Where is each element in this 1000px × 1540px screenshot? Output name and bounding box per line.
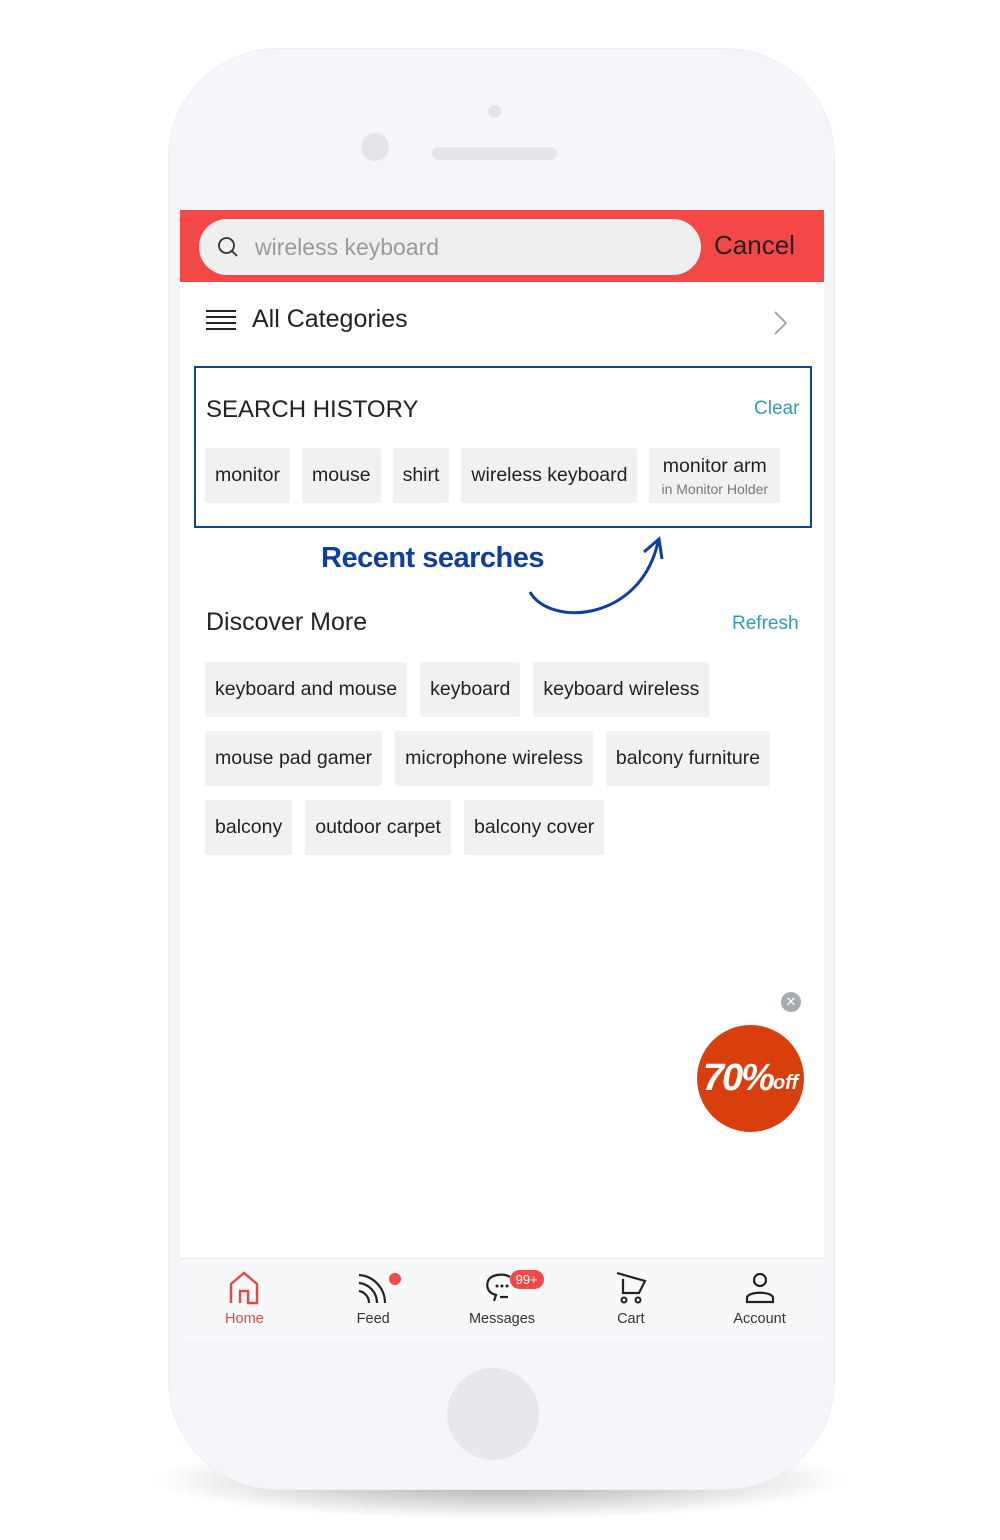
user-icon [745, 1272, 774, 1304]
messages-badge: 99+ [509, 1270, 544, 1289]
phone-speaker [432, 147, 557, 160]
discover-chip[interactable]: keyboard and mouse [205, 662, 408, 717]
search-history-section: SEARCH HISTORY Clear monitor mouse shirt… [194, 366, 812, 528]
phone-home-button[interactable] [447, 1368, 539, 1460]
phone-camera [361, 133, 389, 161]
promo-close-icon[interactable]: ✕ [781, 992, 801, 1012]
discover-chip[interactable]: balcony furniture [605, 731, 771, 786]
tab-feed[interactable]: Feed [309, 1259, 438, 1340]
discover-chip[interactable]: balcony [205, 800, 293, 855]
chip-label: shirt [402, 464, 440, 486]
chip-label: mouse [312, 464, 371, 486]
promo-badge[interactable]: 70% off [697, 1025, 804, 1132]
discover-chip[interactable]: keyboard wireless [533, 662, 710, 717]
history-chip[interactable]: monitor arm in Monitor Holder [649, 448, 781, 503]
home-icon [230, 1271, 259, 1305]
chip-label: monitor arm [662, 454, 767, 477]
cart-icon [616, 1271, 647, 1304]
tab-label: Cart [617, 1311, 645, 1327]
discover-chip[interactable]: keyboard [420, 662, 521, 717]
tab-account[interactable]: Account [695, 1259, 824, 1340]
curved-arrow-icon [528, 536, 664, 615]
cancel-button[interactable]: Cancel [714, 230, 795, 261]
tab-home[interactable]: Home [180, 1259, 309, 1340]
chip-label: wireless keyboard [471, 464, 628, 486]
notification-dot [388, 1273, 401, 1285]
chip-label: monitor [215, 464, 281, 486]
bottom-tab-bar: Home Feed 99+ Messages Cart Account [180, 1258, 824, 1340]
search-icon [218, 237, 238, 257]
menu-icon [206, 309, 236, 330]
chip-category: in Monitor Holder [661, 480, 769, 497]
screen: wireless keyboard Cancel All Categories … [180, 210, 824, 1340]
chevron-right-icon[interactable] [772, 310, 788, 336]
search-history-title: SEARCH HISTORY [206, 396, 419, 423]
tab-label: Messages [468, 1311, 536, 1327]
discover-chip[interactable]: mouse pad gamer [205, 731, 383, 786]
clear-button[interactable]: Clear [754, 398, 799, 420]
discover-chip[interactable]: outdoor carpet [305, 800, 451, 855]
search-header: wireless keyboard Cancel [180, 210, 824, 282]
tab-label: Home [225, 1311, 264, 1327]
refresh-button[interactable]: Refresh [732, 613, 799, 635]
discover-more-title: Discover More [206, 608, 368, 636]
all-categories-label: All Categories [252, 305, 408, 333]
history-chip[interactable]: wireless keyboard [461, 448, 638, 503]
tab-label: Feed [356, 1311, 390, 1327]
recent-searches-annotation: Recent searches [321, 542, 545, 574]
history-chip[interactable]: monitor [205, 448, 291, 503]
promo-percent: 70% [702, 1057, 775, 1099]
history-chip[interactable]: mouse [302, 448, 381, 503]
tab-cart[interactable]: Cart [566, 1259, 695, 1340]
search-input[interactable]: wireless keyboard [199, 219, 701, 275]
discover-chip[interactable]: balcony cover [463, 800, 605, 855]
history-chip[interactable]: shirt [392, 448, 450, 503]
all-categories-row[interactable]: All Categories [206, 305, 408, 334]
feed-icon [358, 1273, 387, 1304]
phone-sensor [488, 105, 501, 118]
search-value: wireless keyboard [255, 233, 440, 260]
tab-label: Account [733, 1311, 786, 1327]
discover-chip[interactable]: microphone wireless [395, 731, 593, 786]
tab-messages[interactable]: 99+ Messages [438, 1259, 567, 1340]
promo-off: off [772, 1072, 799, 1094]
